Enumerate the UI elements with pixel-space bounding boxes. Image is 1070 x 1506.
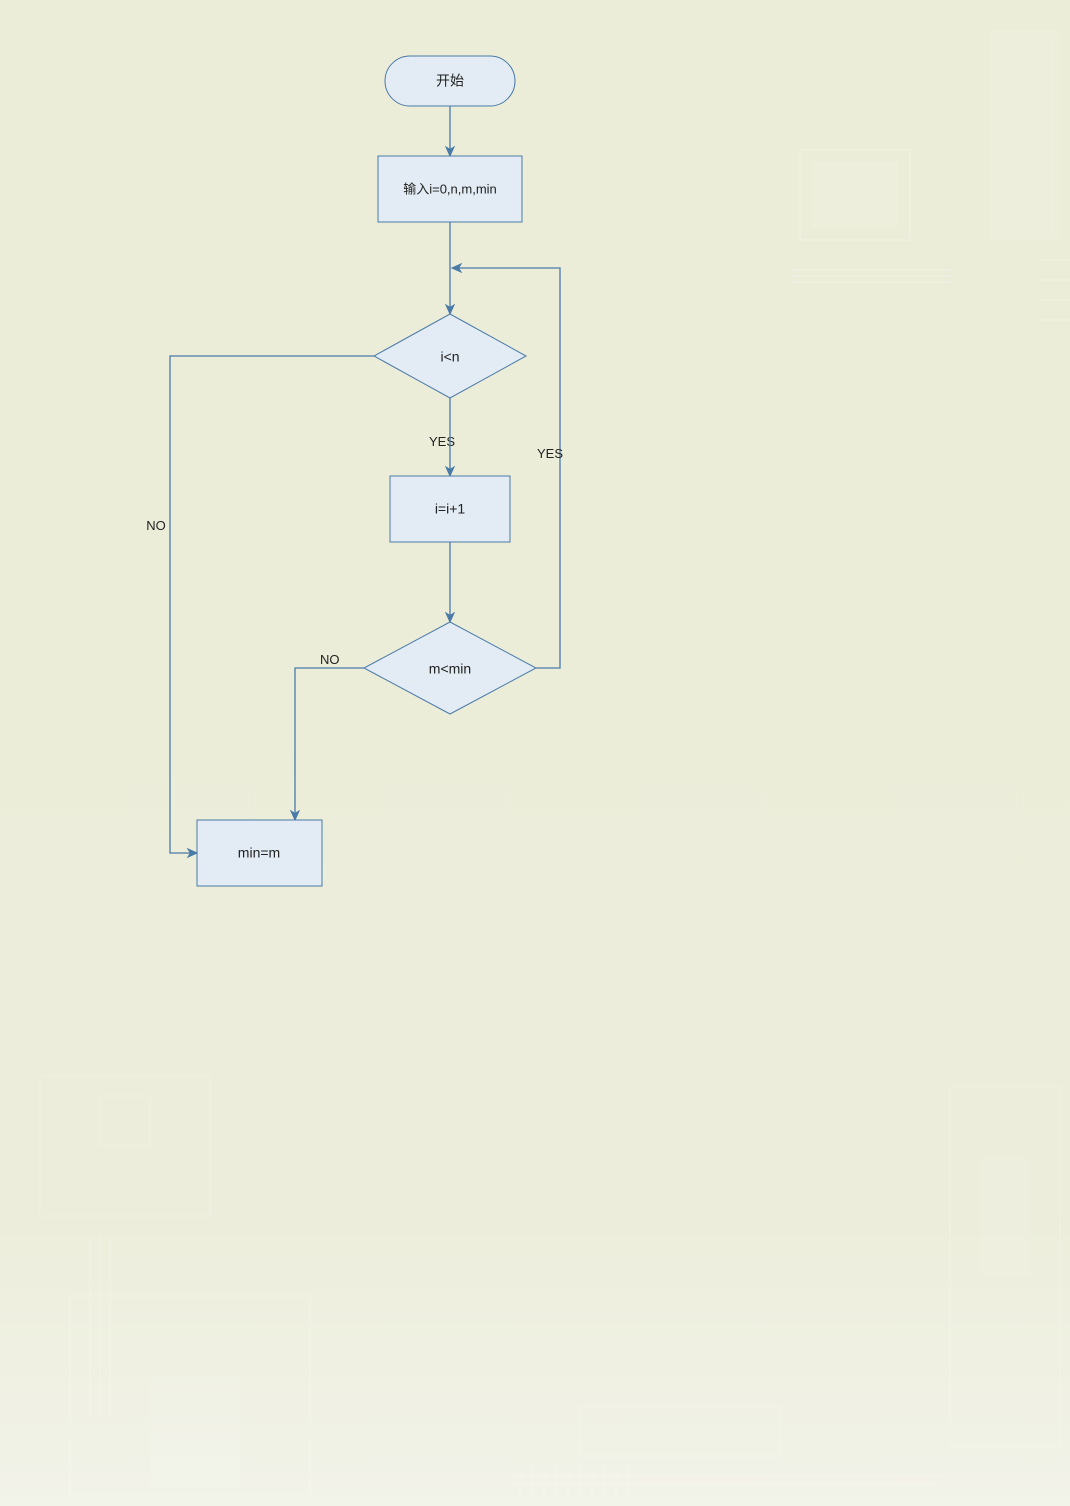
node-cond2: m<min <box>364 622 536 714</box>
node-input: 输入i=0,n,m,min <box>378 156 522 222</box>
cond1-label: i<n <box>440 349 459 365</box>
cond1-yes-label: YES <box>429 434 455 449</box>
cond2-yes-label: YES <box>537 446 563 461</box>
node-inc: i=i+1 <box>390 476 510 542</box>
input-label: 输入i=0,n,m,min <box>403 181 497 196</box>
page-background: 开始 输入i=0,n,m,min i<n YES NO i=i+1 <box>0 0 1070 1506</box>
node-cond1: i<n <box>374 314 526 398</box>
inc-label: i=i+1 <box>435 501 466 517</box>
start-label: 开始 <box>436 73 464 89</box>
node-start: 开始 <box>385 56 515 106</box>
cond1-no-label: NO <box>146 518 166 533</box>
node-assign: min=m <box>197 820 322 886</box>
edge-cond1-no <box>170 356 374 853</box>
flowchart: 开始 输入i=0,n,m,min i<n YES NO i=i+1 <box>0 0 1070 1506</box>
assign-label: min=m <box>238 845 280 861</box>
edge-cond2-no <box>295 668 364 820</box>
cond2-label: m<min <box>429 661 471 677</box>
cond2-no-label: NO <box>320 652 340 667</box>
